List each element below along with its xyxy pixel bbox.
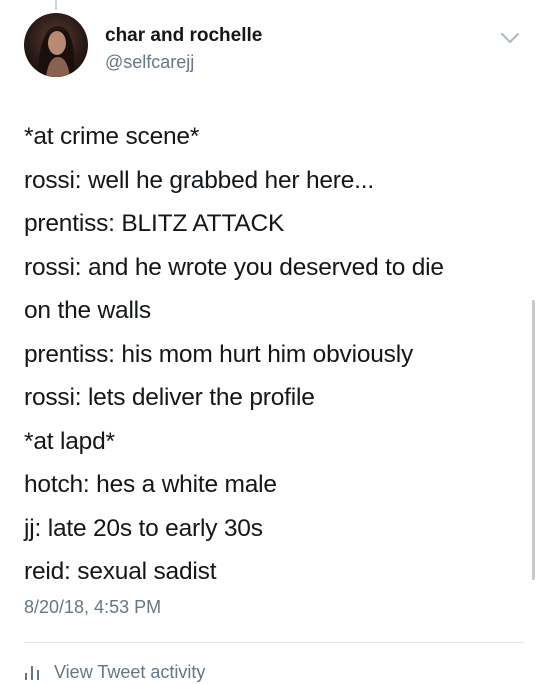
view-tweet-activity-link[interactable]: View Tweet activity: [24, 660, 205, 684]
divider: [24, 642, 524, 643]
tweet-text-line: prentiss: BLITZ ATTACK: [24, 210, 285, 237]
view-tweet-activity-label: View Tweet activity: [54, 661, 206, 682]
tweet-timestamp[interactable]: 8/20/18, 4:53 PM: [24, 597, 161, 618]
tweet-text-line: on the walls: [24, 297, 151, 324]
tweet-text-line: jj: late 20s to early 30s: [24, 514, 263, 542]
display-name[interactable]: char and rochelle: [105, 25, 262, 47]
tweet-text-line: hotch: hes a white male: [24, 471, 277, 498]
tweet-text-line: rossi: lets deliver the profile: [24, 384, 315, 411]
tweet-text: *at crime scene* rossi: well he grabbed …: [24, 115, 524, 594]
avatar[interactable]: [24, 13, 88, 77]
tweet-text-line: *at crime scene*: [24, 123, 200, 150]
chevron-down-icon[interactable]: [499, 30, 521, 46]
tweet-card: char and rochelle @selfcarejj *at crime …: [0, 0, 540, 682]
bar-chart-icon: [25, 666, 39, 680]
tweet-text-line: reid: sexual sadist: [24, 558, 217, 585]
tweet-text-line: prentiss: his mom hurt him obviously: [24, 340, 414, 368]
tweet-text-line: rossi: and he wrote you deserved to die: [24, 253, 444, 281]
user-handle[interactable]: @selfcarejj: [105, 52, 194, 73]
scrollbar[interactable]: [532, 300, 535, 580]
tweet-text-line: rossi: well he grabbed her here...: [24, 166, 375, 194]
tweet-text-line: *at lapd*: [24, 427, 115, 455]
avatar-image: [38, 26, 75, 77]
